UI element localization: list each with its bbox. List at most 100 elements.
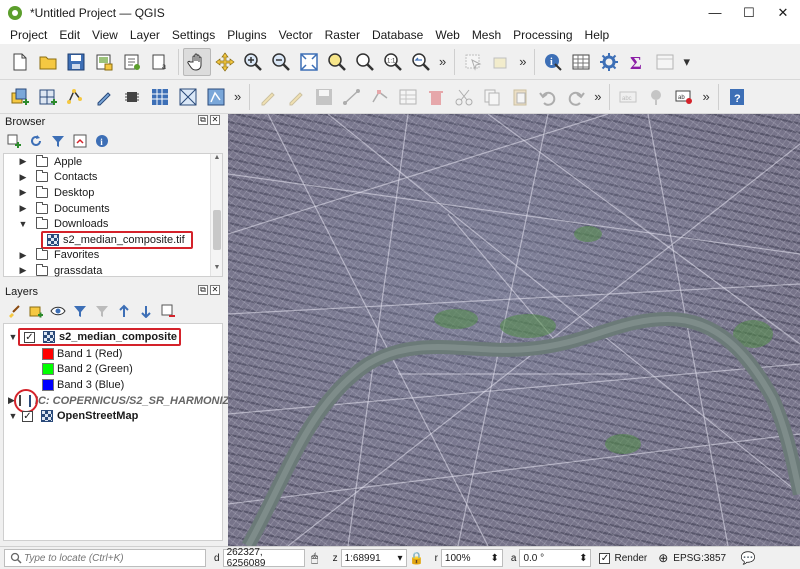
expand-all-button[interactable]: [115, 302, 133, 320]
browser-item-s2-median-composite[interactable]: s2_median_composite.tif: [4, 230, 222, 249]
browser-item-grassdata[interactable]: ▶ grassdata: [4, 263, 222, 279]
filter-browser-button[interactable]: [49, 132, 67, 150]
zoom-full-button[interactable]: [295, 48, 323, 76]
add-wms-button[interactable]: [146, 83, 174, 111]
style-manager-button[interactable]: a: [146, 48, 174, 76]
locator-input[interactable]: [22, 551, 197, 565]
undo-button[interactable]: [534, 83, 562, 111]
zoom-to-selection-button[interactable]: [323, 48, 351, 76]
coordinate-field[interactable]: 262327, 6256089: [222, 547, 305, 569]
expand-arrow-icon[interactable]: ▶: [18, 187, 28, 198]
edit-attributes-button[interactable]: [394, 83, 422, 111]
current-edits-button[interactable]: [282, 83, 310, 111]
scale-field[interactable]: 1:68991 ▾: [340, 549, 407, 567]
browser-item-downloads[interactable]: ▼ Downloads: [4, 216, 222, 232]
menu-help[interactable]: Help: [579, 28, 616, 42]
toolbar-overflow-6[interactable]: »: [702, 89, 709, 104]
menu-raster[interactable]: Raster: [319, 28, 366, 42]
layer-ic-copernicus[interactable]: ▶ IC: COPERNICUS/S2_SR_HARMONIZED: [4, 388, 245, 413]
show-layout-button[interactable]: [651, 48, 679, 76]
scroll-thumb[interactable]: [213, 210, 221, 250]
collapse-arrow-icon[interactable]: ▼: [18, 219, 28, 229]
data-source-manager-button[interactable]: [6, 83, 34, 111]
toolbar-overflow-1[interactable]: »: [439, 54, 446, 69]
scroll-down-arrow-icon[interactable]: ▼: [211, 264, 223, 276]
new-print-layout-button[interactable]: [90, 48, 118, 76]
browser-item-documents[interactable]: ▶ Documents: [4, 201, 222, 217]
scroll-up-arrow-icon[interactable]: ▲: [211, 154, 223, 166]
cut-features-button[interactable]: [450, 83, 478, 111]
collapse-all-button[interactable]: [71, 132, 89, 150]
pin-labels-button[interactable]: [642, 83, 670, 111]
expand-arrow-icon[interactable]: ▶: [18, 156, 28, 167]
digitize-line-button[interactable]: [338, 83, 366, 111]
menu-plugins[interactable]: Plugins: [221, 28, 272, 42]
identify-features-button[interactable]: i: [539, 48, 567, 76]
label-toolbar-button[interactable]: abc: [614, 83, 642, 111]
add-vector-tile-button[interactable]: [202, 83, 230, 111]
layout-manager-button[interactable]: [118, 48, 146, 76]
add-delimited-text-button[interactable]: [90, 83, 118, 111]
lock-scale-icon[interactable]: 🔒: [409, 550, 425, 566]
menu-edit[interactable]: Edit: [53, 28, 86, 42]
layer-openstreetmap[interactable]: ▼ ✓ OpenStreetMap: [4, 408, 222, 424]
add-group-button[interactable]: [27, 302, 45, 320]
add-raster-layer-button[interactable]: [34, 83, 62, 111]
browser-item-desktop[interactable]: ▶ Desktop: [4, 185, 222, 201]
menu-web[interactable]: Web: [429, 28, 465, 42]
collapse-all-button[interactable]: [137, 302, 155, 320]
expand-arrow-icon[interactable]: ▶: [18, 172, 28, 183]
layer-labeling-button[interactable]: ab: [670, 83, 698, 111]
save-project-button[interactable]: [62, 48, 90, 76]
toolbar-overflow-5[interactable]: »: [594, 89, 601, 104]
open-project-button[interactable]: [34, 48, 62, 76]
locator-field[interactable]: [4, 549, 206, 567]
magnifier-field[interactable]: 100% ⬍: [440, 549, 503, 567]
processing-toolbox-button[interactable]: [595, 48, 623, 76]
map-canvas[interactable]: [228, 114, 800, 546]
statistics-button[interactable]: Σ: [623, 48, 651, 76]
menu-view[interactable]: View: [86, 28, 124, 42]
expand-arrow-icon[interactable]: ▶: [18, 203, 28, 214]
filter-legend-button[interactable]: [71, 302, 89, 320]
redo-button[interactable]: [562, 83, 590, 111]
layer-visibility-checkbox[interactable]: ✓: [22, 410, 33, 422]
browser-scrollbar[interactable]: ▲ ▼: [210, 154, 222, 276]
add-vector-layer-button[interactable]: [62, 83, 90, 111]
layer-s2-median-composite[interactable]: ▼ ✓ s2_median_composite: [4, 328, 222, 346]
layer-styling-button[interactable]: [5, 302, 23, 320]
filter-by-expression-button[interactable]: [93, 302, 111, 320]
crs-label[interactable]: EPSG:3857: [673, 553, 726, 564]
deselect-features-button[interactable]: [487, 48, 515, 76]
layer-visibility-checkbox[interactable]: ✓: [24, 331, 35, 343]
refresh-button[interactable]: [27, 132, 45, 150]
spinner-icon[interactable]: ⬍: [579, 553, 587, 564]
crs-globe-icon[interactable]: ⊕: [655, 550, 671, 566]
remove-layer-button[interactable]: [159, 302, 177, 320]
menu-database[interactable]: Database: [366, 28, 429, 42]
menu-mesh[interactable]: Mesh: [466, 28, 507, 42]
toolbar-overflow-3[interactable]: ▾: [683, 54, 690, 70]
pan-to-selection-button[interactable]: [211, 48, 239, 76]
float-panel-button[interactable]: ⧉: [198, 285, 208, 295]
collapse-arrow-icon[interactable]: ▼: [8, 411, 18, 421]
expand-arrow-icon[interactable]: ▶: [18, 265, 28, 276]
manage-visibility-button[interactable]: [49, 302, 67, 320]
zoom-to-layer-button[interactable]: [351, 48, 379, 76]
menu-vector[interactable]: Vector: [273, 28, 319, 42]
attribute-table-button[interactable]: [567, 48, 595, 76]
menu-settings[interactable]: Settings: [166, 28, 221, 42]
zoom-in-button[interactable]: [239, 48, 267, 76]
save-edits-button[interactable]: [310, 83, 338, 111]
pan-map-button[interactable]: [183, 47, 211, 76]
select-features-button[interactable]: [459, 48, 487, 76]
rotation-field[interactable]: 0.0 ° ⬍: [519, 549, 592, 567]
messages-icon[interactable]: 💬: [740, 550, 756, 566]
close-panel-button[interactable]: ✕: [210, 115, 220, 125]
menu-project[interactable]: Project: [4, 28, 53, 42]
render-checkbox[interactable]: ✓: [599, 552, 611, 564]
zoom-last-button[interactable]: [407, 48, 435, 76]
toolbar-overflow-2[interactable]: »: [519, 54, 526, 69]
mouse-coordinates-icon[interactable]: 🖱: [307, 550, 323, 566]
minimize-button[interactable]: —: [698, 0, 732, 25]
